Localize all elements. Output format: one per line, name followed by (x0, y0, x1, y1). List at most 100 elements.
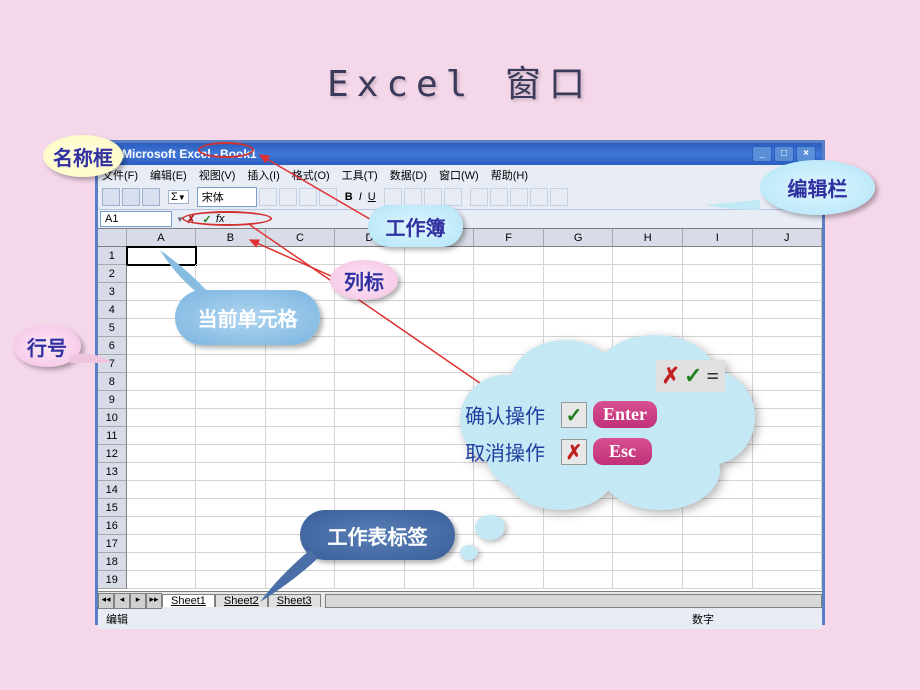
cell[interactable] (544, 553, 614, 571)
row-header[interactable]: 5 (98, 319, 127, 337)
cell[interactable] (196, 463, 266, 481)
cell[interactable] (753, 409, 822, 427)
cell[interactable] (613, 535, 683, 553)
open-button[interactable] (122, 188, 140, 206)
cell[interactable] (127, 463, 197, 481)
cell[interactable] (753, 445, 822, 463)
cell[interactable] (753, 391, 822, 409)
cell[interactable] (753, 535, 822, 553)
toolbar-btn[interactable] (259, 188, 277, 206)
cell[interactable] (753, 481, 822, 499)
row-header[interactable]: 9 (98, 391, 127, 409)
cell[interactable] (266, 247, 336, 265)
save-button[interactable] (142, 188, 160, 206)
cell[interactable] (335, 337, 405, 355)
cell[interactable] (544, 247, 614, 265)
font-select[interactable]: 宋体 (197, 187, 257, 207)
toolbar-btn[interactable] (319, 188, 337, 206)
cell[interactable] (196, 535, 266, 553)
cell[interactable] (127, 355, 197, 373)
name-box[interactable]: A1 (100, 211, 172, 227)
cell[interactable] (753, 463, 822, 481)
cell[interactable] (544, 517, 614, 535)
cell[interactable] (474, 283, 544, 301)
cell[interactable] (474, 301, 544, 319)
cell[interactable] (196, 427, 266, 445)
underline-button[interactable]: U (368, 191, 376, 203)
cell[interactable] (335, 445, 405, 463)
cell[interactable] (266, 409, 336, 427)
cell[interactable] (266, 427, 336, 445)
cell[interactable] (753, 283, 822, 301)
italic-button[interactable]: I (359, 191, 362, 203)
cell[interactable] (544, 265, 614, 283)
cell[interactable] (753, 319, 822, 337)
toolbar-btn[interactable] (530, 188, 548, 206)
cell[interactable] (196, 553, 266, 571)
toolbar-btn[interactable] (510, 188, 528, 206)
sheet-tab-1[interactable]: Sheet1 (162, 594, 215, 607)
cell[interactable] (127, 481, 197, 499)
col-header[interactable]: F (474, 229, 544, 247)
cell[interactable] (613, 265, 683, 283)
cell[interactable] (683, 247, 753, 265)
cell[interactable] (266, 373, 336, 391)
row-header[interactable]: 3 (98, 283, 127, 301)
menu-format[interactable]: 格式(O) (292, 167, 330, 183)
tab-nav-first[interactable]: ◂◂ (98, 593, 114, 609)
cell[interactable] (335, 571, 405, 589)
cell[interactable] (127, 445, 197, 463)
cell[interactable] (753, 427, 822, 445)
row-header[interactable]: 11 (98, 427, 127, 445)
cell[interactable] (335, 391, 405, 409)
tab-nav-prev[interactable]: ◂ (114, 593, 130, 609)
cell[interactable] (405, 247, 475, 265)
align-left-button[interactable] (384, 188, 402, 206)
cell[interactable] (474, 265, 544, 283)
col-header[interactable]: A (127, 229, 197, 247)
cell[interactable] (683, 571, 753, 589)
cell[interactable] (127, 553, 197, 571)
col-header[interactable]: I (683, 229, 753, 247)
autosum-button[interactable]: Σ▼ (168, 190, 189, 204)
cell[interactable] (127, 391, 197, 409)
row-header[interactable]: 14 (98, 481, 127, 499)
cell[interactable] (196, 445, 266, 463)
cell[interactable] (196, 391, 266, 409)
cell[interactable] (335, 463, 405, 481)
cell[interactable] (683, 265, 753, 283)
row-header[interactable]: 4 (98, 301, 127, 319)
row-header[interactable]: 17 (98, 535, 127, 553)
cell[interactable] (335, 409, 405, 427)
cell[interactable] (127, 517, 197, 535)
align-right-button[interactable] (424, 188, 442, 206)
select-all-corner[interactable] (98, 229, 127, 247)
row-header[interactable]: 16 (98, 517, 127, 535)
toolbar-btn[interactable] (299, 188, 317, 206)
cell[interactable] (266, 481, 336, 499)
cell[interactable] (613, 571, 683, 589)
cell[interactable] (127, 499, 197, 517)
cell[interactable] (196, 481, 266, 499)
cell[interactable] (405, 265, 475, 283)
cell[interactable] (335, 355, 405, 373)
cell[interactable] (544, 571, 614, 589)
cell[interactable] (266, 355, 336, 373)
cell[interactable] (474, 553, 544, 571)
cell[interactable] (753, 373, 822, 391)
cell[interactable] (474, 247, 544, 265)
cell[interactable] (544, 283, 614, 301)
currency-button[interactable] (470, 188, 488, 206)
cell[interactable] (405, 301, 475, 319)
menu-insert[interactable]: 插入(I) (247, 167, 279, 183)
menu-edit[interactable]: 编辑(E) (150, 167, 187, 183)
cell[interactable] (335, 301, 405, 319)
cell[interactable] (196, 373, 266, 391)
cell[interactable] (613, 517, 683, 535)
minimize-button[interactable]: _ (752, 146, 772, 162)
cell[interactable] (753, 265, 822, 283)
cell[interactable] (127, 571, 197, 589)
tab-nav-last[interactable]: ▸▸ (146, 593, 162, 609)
cell[interactable] (127, 535, 197, 553)
cell[interactable] (335, 481, 405, 499)
